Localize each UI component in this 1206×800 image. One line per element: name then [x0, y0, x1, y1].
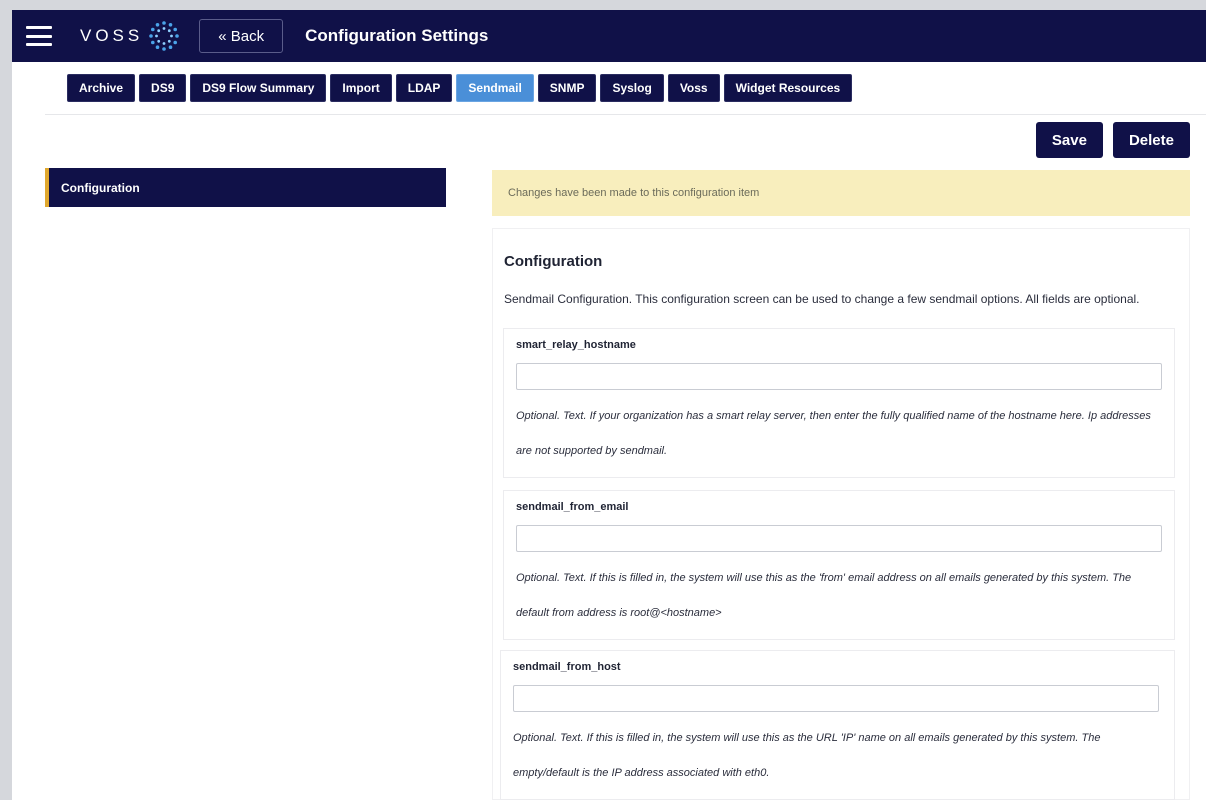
- page-title: Configuration Settings: [305, 26, 489, 45]
- tab-sendmail[interactable]: Sendmail: [456, 74, 534, 102]
- field-sendmail-from-host: sendmail_from_host Optional. Text. If th…: [500, 650, 1175, 800]
- hamburger-menu-icon[interactable]: [26, 26, 52, 46]
- tabs-bar: Archive DS9 DS9 Flow Summary Import LDAP…: [12, 62, 1206, 112]
- tab-archive[interactable]: Archive: [67, 74, 136, 102]
- logo-text: VOSS: [80, 26, 144, 45]
- field-help-text: Optional. Text. If your organization has…: [516, 410, 1151, 457]
- changes-alert: Changes have been made to this configura…: [492, 170, 1190, 216]
- field-label: sendmail_from_email: [516, 501, 629, 513]
- top-navigation-bar: VOSS « Back Configuration Settings: [12, 10, 1206, 62]
- field-smart-relay-hostname: smart_relay_hostname Optional. Text. If …: [503, 328, 1175, 478]
- field-sendmail-from-email: sendmail_from_email Optional. Text. If t…: [503, 490, 1175, 640]
- delete-button[interactable]: Delete: [1112, 122, 1190, 158]
- voss-logo: VOSS: [80, 19, 181, 53]
- tab-import[interactable]: Import: [330, 74, 392, 102]
- tab-snmp[interactable]: SNMP: [537, 74, 597, 102]
- save-button[interactable]: Save: [1035, 122, 1103, 158]
- window-frame-top: [0, 0, 1206, 10]
- field-label: smart_relay_hostname: [516, 339, 636, 351]
- tab-ldap[interactable]: LDAP: [395, 74, 453, 102]
- tab-ds9[interactable]: DS9: [139, 74, 187, 102]
- back-button[interactable]: « Back: [199, 19, 284, 53]
- window-frame-left: [0, 0, 12, 800]
- field-help-text: Optional. Text. If this is filled in, th…: [513, 732, 1101, 779]
- voss-logo-icon: [149, 21, 180, 51]
- sidebar-item-label: Configuration: [61, 180, 140, 195]
- action-buttons: Save Delete: [1035, 122, 1190, 158]
- sidebar-item-configuration[interactable]: Configuration: [45, 168, 446, 207]
- field-label: sendmail_from_host: [513, 661, 621, 673]
- tab-ds9-flow-summary[interactable]: DS9 Flow Summary: [190, 74, 327, 102]
- section-description: Sendmail Configuration. This configurati…: [504, 292, 1140, 306]
- tab-widget-resources[interactable]: Widget Resources: [723, 74, 853, 102]
- tab-voss[interactable]: Voss: [667, 74, 720, 102]
- section-title: Configuration: [504, 253, 603, 270]
- field-help-text: Optional. Text. If this is filled in, th…: [516, 572, 1132, 619]
- settings-tabs: Archive DS9 DS9 Flow Summary Import LDAP…: [67, 74, 853, 102]
- smart-relay-hostname-input[interactable]: [516, 363, 1162, 390]
- sendmail-from-host-input[interactable]: [513, 685, 1159, 712]
- tabs-divider: [45, 114, 1206, 115]
- alert-text: Changes have been made to this configura…: [508, 187, 760, 199]
- sendmail-from-email-input[interactable]: [516, 525, 1162, 552]
- tab-syslog[interactable]: Syslog: [600, 74, 664, 102]
